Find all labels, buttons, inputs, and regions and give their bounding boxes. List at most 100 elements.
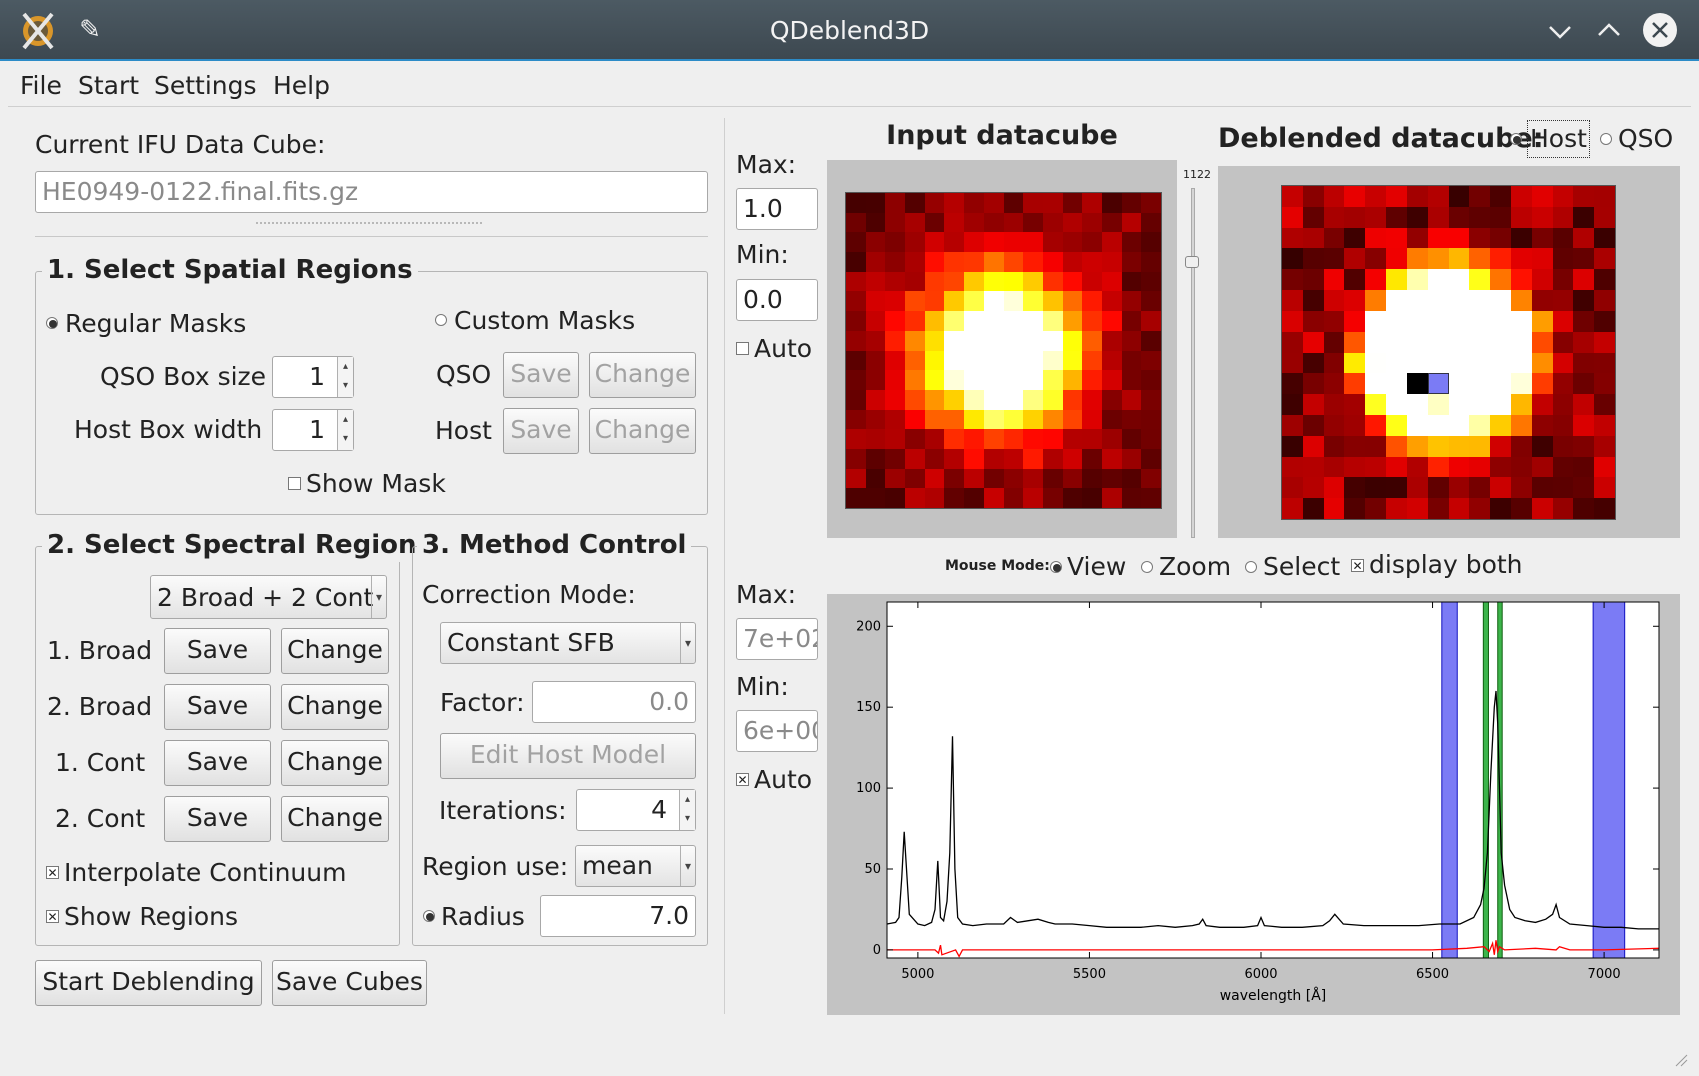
factor-field[interactable]: 0.0 (532, 681, 696, 723)
custom-masks-radio[interactable] (435, 314, 447, 326)
view-label[interactable]: View (1067, 550, 1126, 584)
region-use-combo[interactable]: mean (575, 845, 696, 887)
menu-file[interactable]: File (20, 68, 62, 104)
show-regions-label[interactable]: Show Regions (64, 900, 238, 934)
image-pixel (1282, 352, 1304, 374)
broad1-change-button[interactable]: Change (281, 628, 389, 674)
interpolate-checkbox[interactable]: ✕ (46, 866, 59, 879)
cont1-save-button[interactable]: Save (164, 740, 271, 786)
cont2-change-button[interactable]: Change (281, 796, 389, 842)
qso-radio[interactable] (1600, 133, 1612, 145)
host-radio[interactable] (1510, 133, 1522, 145)
radius-radio[interactable] (423, 910, 435, 922)
save-cubes-button[interactable]: Save Cubes (272, 960, 427, 1006)
select-label[interactable]: Select (1263, 550, 1340, 584)
qso-box-stepper[interactable]: ▴ ▾ (337, 357, 353, 397)
broad1-save-button[interactable]: Save (164, 628, 271, 674)
menu-settings[interactable]: Settings (154, 68, 257, 104)
radius-field[interactable]: 7.0 (540, 895, 696, 937)
start-deblending-button[interactable]: Start Deblending (35, 960, 262, 1006)
image-auto-checkbox[interactable] (736, 342, 749, 355)
input-datacube-image[interactable] (845, 192, 1162, 509)
image-pixel (1469, 414, 1491, 437)
image-pixel (1082, 488, 1103, 509)
zoom-label[interactable]: Zoom (1159, 550, 1231, 584)
spectrum-panel[interactable]: 5000 5500 6000 6500 7000 0 50 100 150 200 waveleng… (827, 594, 1680, 1015)
qso-mask-save-button[interactable]: Save (503, 352, 579, 398)
qso-radio-label[interactable]: QSO (1618, 122, 1673, 156)
host-mask-save-button[interactable]: Save (503, 408, 579, 454)
pin-icon[interactable]: ✎ (70, 10, 110, 50)
image-pixel (1282, 394, 1304, 416)
broad2-change-button[interactable]: Change (281, 684, 389, 730)
image-pixel (1573, 394, 1595, 416)
radius-label[interactable]: Radius (441, 900, 525, 934)
chevron-down-icon[interactable]: ▾ (680, 846, 695, 886)
cont1-change-button[interactable]: Change (281, 740, 389, 786)
minimize-icon[interactable] (1540, 11, 1580, 51)
show-regions-checkbox[interactable]: ✕ (46, 910, 59, 923)
resize-grip-icon[interactable] (1674, 1052, 1688, 1067)
image-min-field[interactable]: 0.0 (736, 279, 818, 321)
image-pixel (1406, 352, 1429, 374)
input-image-panel[interactable] (827, 160, 1177, 538)
image-pixel (1552, 206, 1574, 229)
zoom-radio[interactable] (1141, 561, 1153, 573)
panel-splitter[interactable] (724, 118, 725, 1014)
splitter-handle[interactable] (256, 222, 482, 225)
deblended-datacube-image[interactable] (1281, 185, 1616, 520)
display-both-label[interactable]: display both (1369, 548, 1523, 582)
chevron-down-icon[interactable]: ▾ (680, 623, 695, 663)
image-pixel (1594, 186, 1616, 208)
host-radio-label[interactable]: Host (1527, 120, 1590, 158)
iterations-spinbox[interactable]: 4 (576, 789, 696, 831)
wavelength-slider-handle[interactable] (1185, 256, 1199, 268)
cube-field[interactable]: HE0949-0122.final.fits.gz (35, 171, 708, 213)
image-pixel (1552, 331, 1574, 353)
broad2-save-button[interactable]: Save (164, 684, 271, 730)
spec-max-field[interactable]: 7e+02 (736, 618, 818, 660)
image-pixel (924, 330, 945, 351)
spectral-mode-combo[interactable]: 2 Broad + 2 Cont (150, 575, 387, 619)
x-tick-label: 6000 (1244, 967, 1277, 982)
select-radio[interactable] (1245, 561, 1257, 573)
menu-start[interactable]: Start (78, 68, 139, 104)
correction-mode-combo[interactable]: Constant SFB (440, 622, 696, 664)
spectrum-chart[interactable]: 5000 5500 6000 6500 7000 0 50 100 150 200 waveleng… (827, 594, 1680, 1015)
view-radio[interactable] (1050, 561, 1062, 573)
image-max-field[interactable]: 1.0 (736, 188, 818, 230)
image-pixel (1386, 456, 1408, 478)
spec-auto-label[interactable]: Auto (754, 763, 812, 797)
interpolate-label[interactable]: Interpolate Continuum (64, 856, 346, 890)
image-pixel (983, 448, 1004, 470)
host-box-stepper[interactable]: ▴ ▾ (337, 410, 353, 450)
spec-min-field[interactable]: 6e+00 (736, 710, 818, 752)
iterations-stepper[interactable]: ▴ ▾ (679, 790, 695, 830)
y-tick-label: 100 (856, 781, 881, 796)
image-pixel (924, 271, 945, 292)
regular-masks-label[interactable]: Regular Masks (65, 307, 246, 341)
maximize-icon[interactable] (1589, 11, 1629, 51)
spec-auto-checkbox[interactable]: ✕ (736, 773, 749, 786)
qso-mask-change-button[interactable]: Change (589, 352, 696, 398)
app-icon (18, 10, 58, 50)
show-mask-label[interactable]: Show Mask (306, 467, 446, 501)
wavelength-slider-track[interactable] (1191, 188, 1195, 538)
cont2-save-button[interactable]: Save (164, 796, 271, 842)
chevron-down-icon[interactable]: ▾ (371, 576, 386, 618)
custom-masks-label[interactable]: Custom Masks (454, 304, 635, 338)
menu-help[interactable]: Help (273, 68, 330, 104)
show-mask-checkbox[interactable] (288, 477, 301, 490)
image-pixel (905, 252, 926, 273)
image-pixel (1406, 394, 1429, 416)
image-auto-label[interactable]: Auto (754, 332, 812, 366)
regular-masks-radio[interactable] (46, 317, 58, 329)
image-pixel (1003, 429, 1024, 450)
host-mask-change-button[interactable]: Change (589, 408, 696, 454)
image-pixel (1023, 350, 1044, 371)
edit-host-model-button[interactable]: Edit Host Model (440, 733, 696, 779)
close-icon[interactable] (1641, 11, 1679, 49)
image-pixel (1365, 310, 1387, 333)
deblended-image-panel[interactable] (1218, 166, 1680, 538)
display-both-checkbox[interactable]: ✕ (1351, 559, 1364, 572)
